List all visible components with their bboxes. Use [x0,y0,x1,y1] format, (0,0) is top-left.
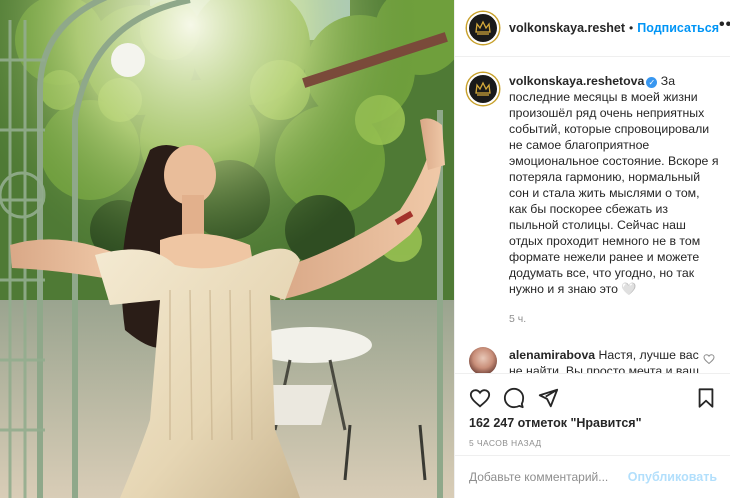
add-comment-bar: Опубликовать [455,455,730,498]
comment-button[interactable] [503,387,525,409]
post-actions: 162 247 отметок "Нравится" 5 ЧАСОВ НАЗАД [455,373,730,448]
likes-count[interactable]: 162 247 отметок "Нравится" [455,414,730,430]
more-options-button[interactable]: ••• [719,16,730,40]
post-caption: volkonskaya.reshetova ✓ За последние меся… [455,57,730,327]
comments-scroll-area[interactable]: volkonskaya.reshetova ✓ За последние меся… [455,57,730,373]
author-username[interactable]: volkonskaya.reshet [509,21,625,35]
publish-button[interactable]: Опубликовать [628,470,717,484]
crown-logo-icon [473,79,493,99]
caption-avatar[interactable] [467,73,499,105]
bookmark-icon [698,388,714,408]
post-photo[interactable] [0,0,454,498]
author-avatar[interactable] [467,12,499,44]
comment-input[interactable] [469,470,628,484]
share-icon [538,388,559,408]
post-header: volkonskaya.reshet • Подписаться ••• [455,0,730,57]
comment-body: alenamirabova Настя, лучше вас не найти.… [509,347,709,373]
post-side-panel: volkonskaya.reshet • Подписаться ••• vol… [454,0,730,498]
caption-time[interactable]: 5 ч. [509,311,719,327]
share-button[interactable] [537,387,559,409]
save-button[interactable] [695,387,717,409]
comment-icon [503,387,525,409]
caption-username[interactable]: volkonskaya.reshetova [509,74,644,88]
action-icons-row [455,374,730,414]
comment-username[interactable]: alenamirabova [509,348,595,362]
caption-text: За последние месяцы в моей жизни произош… [509,74,719,296]
heart-icon [469,389,491,408]
post-photo-illustration [0,0,454,498]
crown-logo-icon [473,18,493,38]
comment-item: alenamirabova Настя, лучше вас не найти.… [455,327,730,373]
commenter-avatar[interactable] [469,347,497,373]
caption-body: volkonskaya.reshetova ✓ За последние меся… [509,73,719,327]
post-timestamp[interactable]: 5 ЧАСОВ НАЗАД [455,430,730,448]
separator-dot: • [629,21,634,35]
verified-badge-icon: ✓ [646,77,658,88]
like-button[interactable] [469,387,491,409]
comment-like-heart-icon[interactable] [703,353,715,365]
follow-button[interactable]: Подписаться [637,21,719,35]
